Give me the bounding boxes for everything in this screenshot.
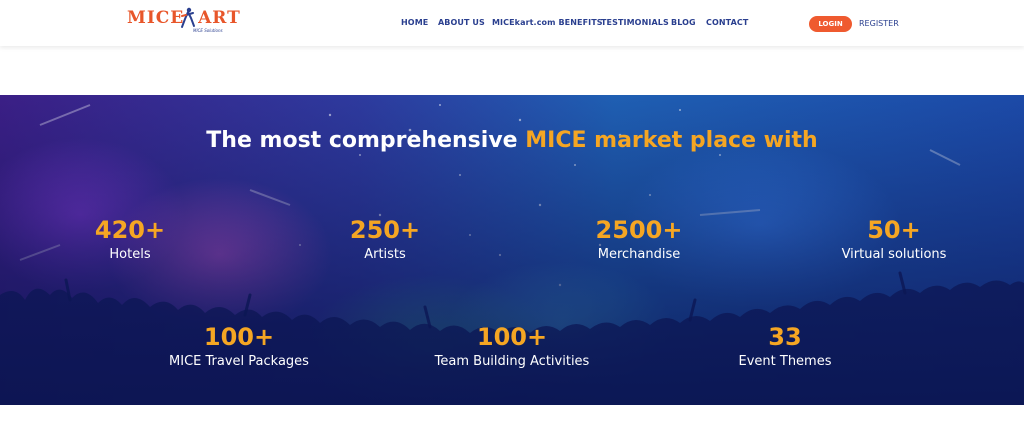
register-link[interactable]: REGISTER: [859, 19, 899, 28]
nav-benefits[interactable]: MICEkart.com BENEFITS: [492, 18, 603, 27]
nav-about-us[interactable]: ABOUT US: [438, 18, 485, 27]
stat-label: Artists: [364, 247, 406, 262]
hero-heading: The most comprehensive MICE market place…: [0, 128, 1024, 153]
nav-testimonials[interactable]: TESTIMONIALS: [601, 18, 669, 27]
nav-contact[interactable]: CONTACT: [706, 18, 748, 27]
hero-banner: The most comprehensive MICE market place…: [0, 95, 1024, 405]
stat-label: Virtual solutions: [841, 247, 947, 262]
stat-travel-packages: 100+ MICE Travel Packages: [149, 322, 329, 372]
stat-label: MICE Travel Packages: [169, 354, 309, 369]
stat-label: Merchandise: [597, 247, 681, 262]
stat-virtual-solutions: 50+ Virtual solutions: [804, 215, 984, 265]
stat-number: 250+: [349, 216, 421, 244]
login-button[interactable]: LOGIN: [809, 16, 852, 32]
stat-number: 33: [768, 323, 802, 351]
site-header: MICE ART MICE Solutions HOME ABOUT US MI…: [0, 0, 1024, 46]
stat-number: 100+: [476, 323, 548, 351]
stat-label: Event Themes: [738, 354, 832, 369]
stat-merchandise: 2500+ Merchandise: [549, 215, 729, 265]
stat-event-themes: 33 Event Themes: [695, 322, 875, 372]
stat-number: 50+: [867, 216, 921, 244]
nav-home[interactable]: HOME: [401, 18, 428, 27]
stat-artists: 250+ Artists: [295, 215, 475, 265]
hero-heading-accent: MICE market place with: [525, 128, 818, 153]
stat-hotels: 420+ Hotels: [40, 215, 220, 265]
stat-number: 2500+: [595, 216, 683, 244]
hero-heading-text: The most comprehensive: [206, 128, 526, 153]
stat-number: 420+: [94, 216, 166, 244]
stat-number: 100+: [203, 323, 275, 351]
stat-label: Team Building Activities: [434, 354, 590, 369]
stat-label: Hotels: [109, 247, 151, 262]
nav-blog[interactable]: BLOG: [671, 18, 696, 27]
stat-team-building: 100+ Team Building Activities: [422, 322, 602, 372]
